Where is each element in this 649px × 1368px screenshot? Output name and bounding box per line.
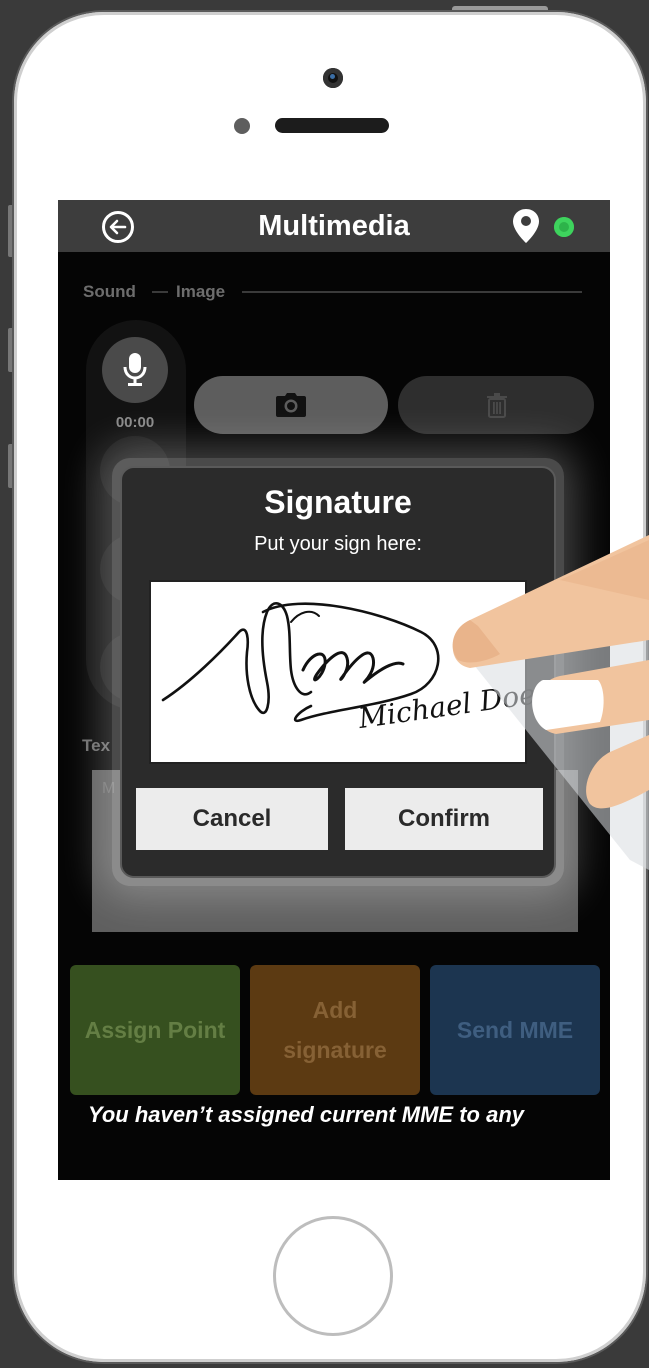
hand-illustration [452,535,649,870]
